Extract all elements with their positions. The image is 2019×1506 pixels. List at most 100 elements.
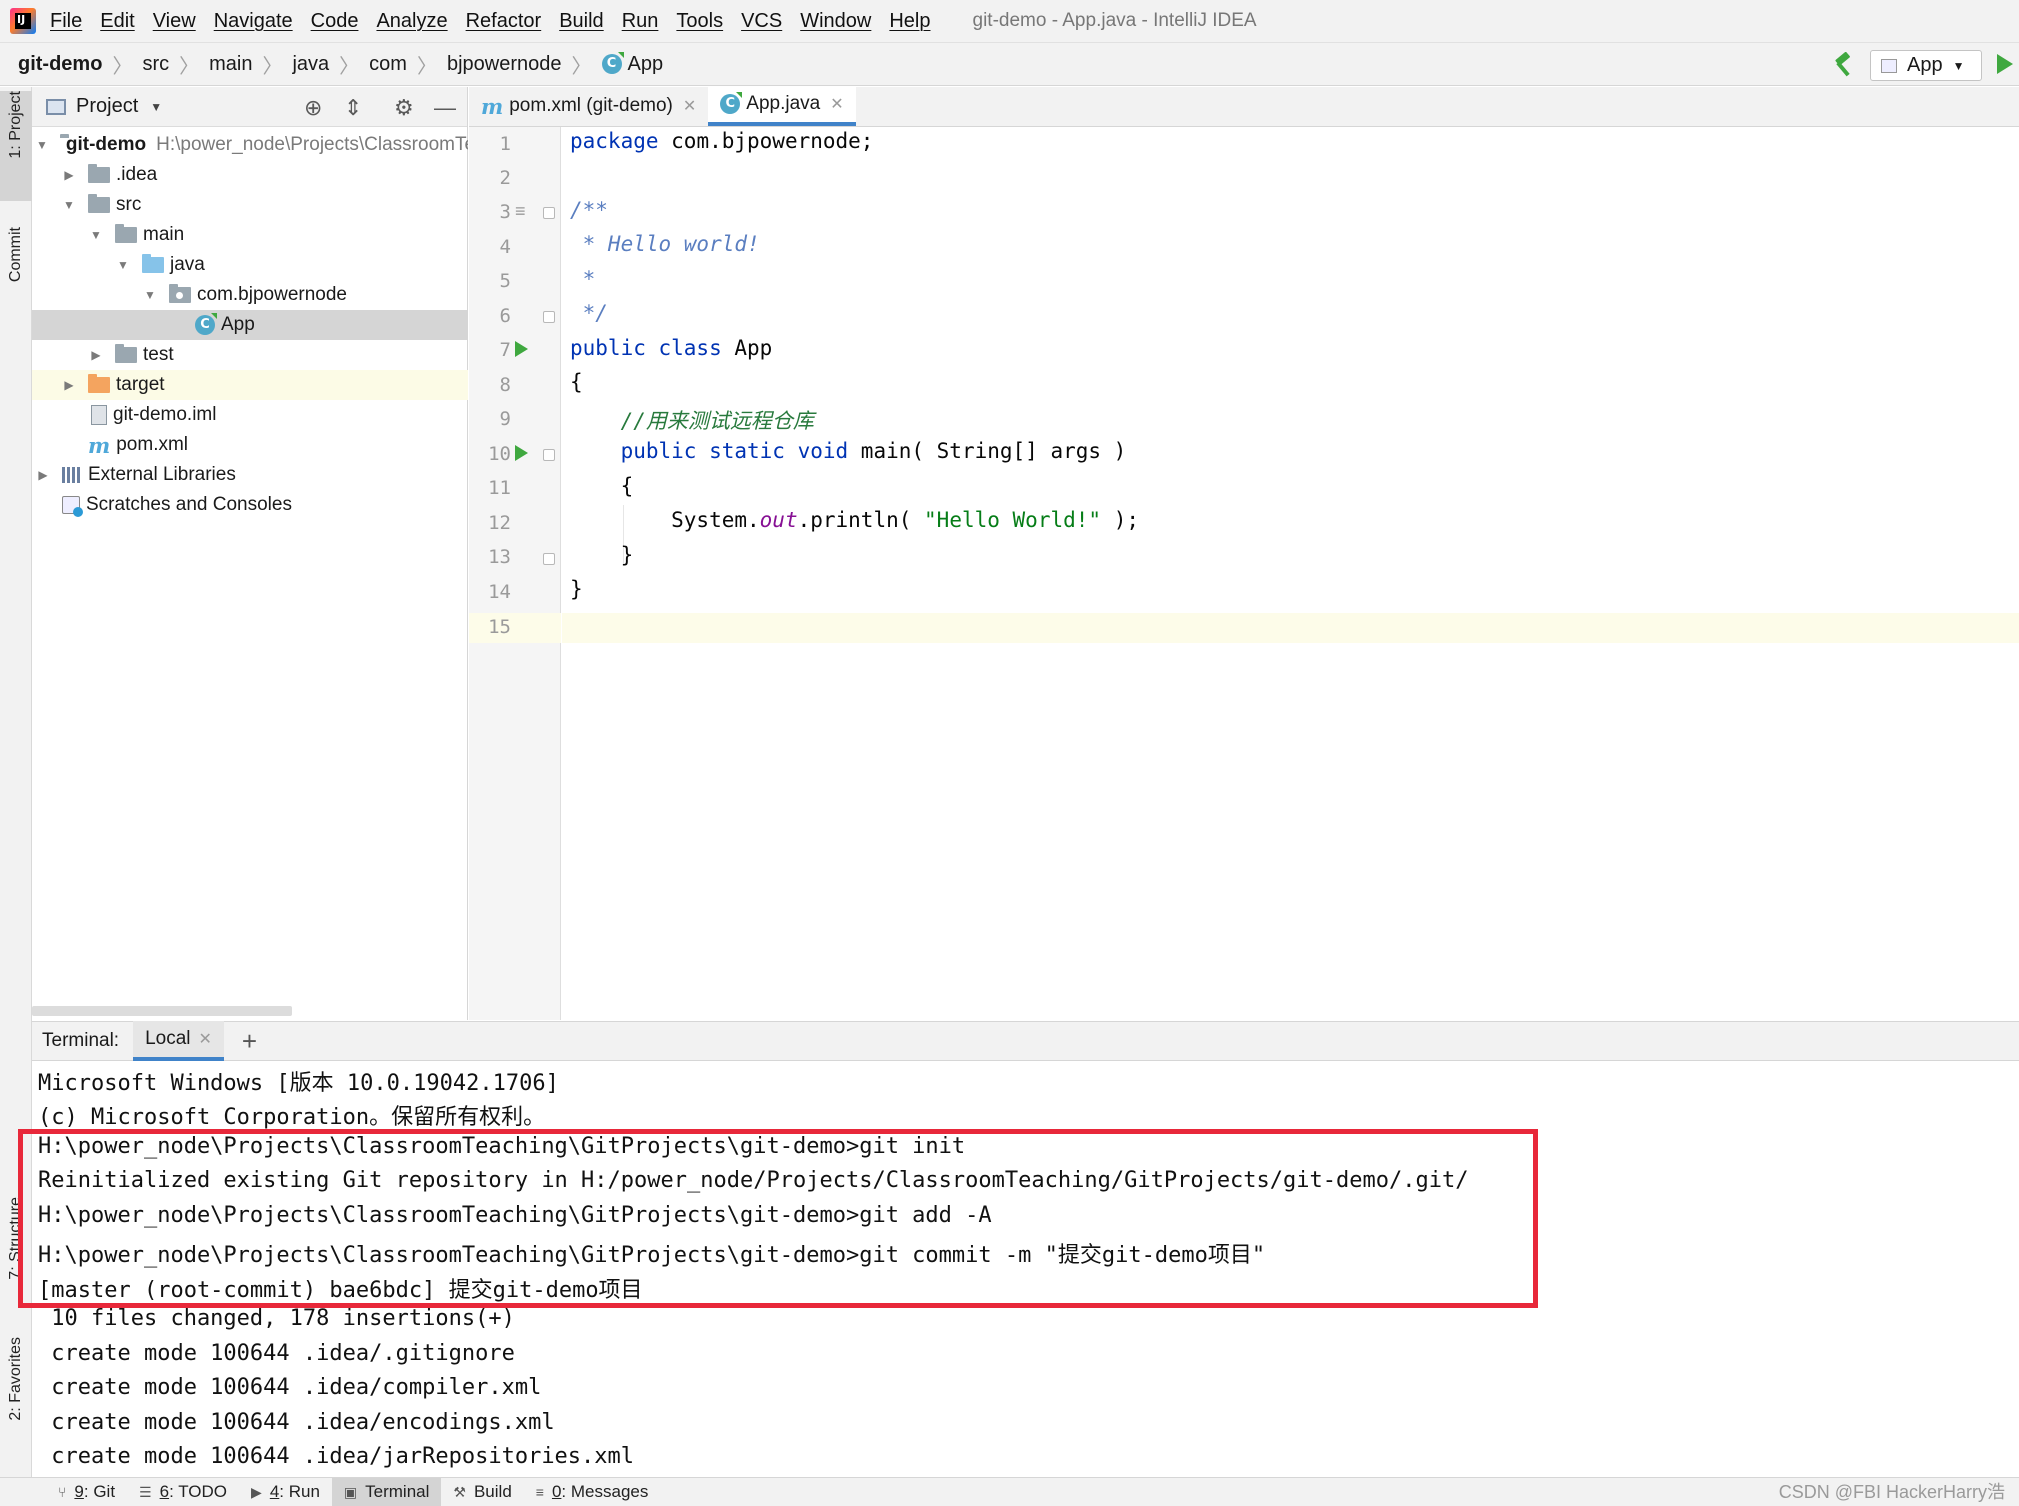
menu-help[interactable]: Help (889, 10, 930, 33)
tool-tab-terminal[interactable]: ▣ Terminal (331, 1477, 442, 1506)
tool-tab-messages[interactable]: ≡ 0: Messages (524, 1478, 661, 1506)
tool-tab-git[interactable]: ⑂ 9: Git (46, 1478, 127, 1506)
git-branch-icon: ⑂ (58, 1484, 67, 1500)
horizontal-scrollbar[interactable] (32, 1006, 292, 1016)
tool-tab-build[interactable]: ⚒ Build (441, 1478, 523, 1506)
keyword: public class (570, 336, 722, 360)
breadcrumb-item-app[interactable]: C App (601, 53, 663, 76)
minimize-icon[interactable]: — (434, 95, 456, 121)
fold-marker-icon[interactable] (543, 207, 555, 219)
project-tab-label: 1: Project (7, 91, 24, 159)
tool-window-favorites-tab[interactable]: 2: Favorites (0, 1337, 32, 1467)
menu-refactor[interactable]: Refactor (466, 10, 542, 33)
menu-view[interactable]: View (153, 10, 196, 33)
breadcrumb-item-bjpowernode[interactable]: bjpowernode (447, 53, 562, 76)
run-configuration-select[interactable]: App ▼ (1870, 50, 1982, 81)
tool-tab-run[interactable]: ▶ 4: Run (239, 1478, 332, 1506)
tree-item-idea[interactable]: ▶ .idea (32, 160, 468, 190)
tree-item-src[interactable]: ▼ src (32, 190, 468, 220)
expanded-arrow-icon: ▼ (63, 198, 75, 212)
terminal-line: Microsoft Windows [版本 10.0.19042.1706] (38, 1071, 559, 1096)
close-icon[interactable]: ✕ (683, 96, 696, 116)
locate-crosshair-icon[interactable]: ⊕ (304, 95, 322, 121)
expanded-arrow-icon: ▼ (117, 258, 129, 272)
run-button[interactable] (1997, 54, 2013, 74)
tab-app-java[interactable]: C App.java ✕ (708, 86, 856, 126)
tree-item-scratches[interactable]: Scratches and Consoles (32, 490, 468, 520)
fold-marker-icon[interactable] (543, 449, 555, 461)
breadcrumb-item-project[interactable]: git-demo (18, 53, 102, 76)
source-folder-icon (142, 254, 164, 273)
breadcrumb-item-main[interactable]: main (209, 53, 252, 76)
terminal-tab-local[interactable]: Local ✕ (133, 1021, 224, 1061)
line-number: 10 (488, 443, 511, 465)
code-line: { (570, 474, 634, 498)
tree-item-java[interactable]: ▼ java (32, 250, 468, 280)
menu-file[interactable]: File (50, 10, 82, 33)
menu-vcs[interactable]: VCS (741, 10, 782, 33)
collapsed-arrow-icon: ▶ (38, 468, 48, 482)
project-tool-window: Project ▼ ⊕ ⇕ ⚙ — ▼ git-demo H:\power_no… (32, 87, 468, 1020)
tree-item-app[interactable]: C App (32, 310, 468, 340)
line-number: 13 (488, 546, 511, 568)
tree-item-label: pom.xml (116, 434, 189, 455)
tree-item-pom[interactable]: m pom.xml (32, 430, 468, 460)
package-icon (169, 284, 191, 303)
tree-item-project-root[interactable]: ▼ git-demo H:\power_node\Projects\Classr… (32, 130, 468, 160)
build-hammer-icon[interactable] (1830, 52, 1856, 78)
menu-build[interactable]: Build (559, 10, 603, 33)
chevron-down-icon[interactable]: ▼ (150, 100, 162, 114)
new-terminal-plus-icon[interactable]: + (242, 1026, 257, 1057)
tool-window-project-tab[interactable]: 1: Project (0, 91, 32, 201)
excluded-folder-icon (88, 374, 110, 393)
line-number: 1 (499, 133, 511, 155)
watermark-text: CSDN @FBI HackerHarry浩 (1778, 1482, 2005, 1502)
tree-item-test[interactable]: ▶ test (32, 340, 468, 370)
tool-tab-label: Terminal (365, 1482, 430, 1501)
close-icon[interactable]: ✕ (830, 94, 843, 114)
project-view-icon (46, 98, 66, 115)
code-text: main( String[] args ) (848, 439, 1127, 463)
current-line-highlight (562, 613, 2019, 643)
menu-tools[interactable]: Tools (676, 10, 723, 33)
fold-marker-icon[interactable] (543, 311, 555, 323)
menu-navigate[interactable]: Navigate (214, 10, 293, 33)
fold-marker-icon[interactable] (543, 553, 555, 565)
breadcrumb-item-java[interactable]: java (292, 53, 329, 76)
code-text: .println( (797, 508, 925, 532)
menu-code[interactable]: Code (311, 10, 359, 33)
gear-icon[interactable]: ⚙ (394, 95, 414, 121)
run-class-gutter-icon[interactable] (515, 341, 528, 357)
scratches-icon (62, 496, 83, 517)
terminal-line: create mode 100644 .idea/jarRepositories… (38, 1444, 635, 1469)
menu-edit[interactable]: Edit (100, 10, 134, 33)
run-main-gutter-icon[interactable] (515, 445, 528, 461)
breadcrumb-item-com[interactable]: com (369, 53, 407, 76)
tree-item-external-libraries[interactable]: ▶ External Libraries (32, 460, 468, 490)
collapse-all-icon[interactable]: ⇕ (344, 95, 362, 121)
menu-analyze[interactable]: Analyze (376, 10, 447, 33)
tool-tab-todo[interactable]: ☰ 6: TODO (127, 1478, 239, 1506)
maven-icon: m (88, 432, 111, 458)
code-editor[interactable]: package com.bjpowernode; /** * Hello wor… (562, 127, 2019, 1020)
tree-item-iml[interactable]: git-demo.iml (32, 400, 468, 430)
tab-pom-xml[interactable]: m pom.xml (git-demo) ✕ (469, 86, 708, 126)
menu-window[interactable]: Window (800, 10, 871, 33)
project-panel-header: Project ▼ ⊕ ⇕ ⚙ — (32, 87, 467, 127)
menu-run[interactable]: Run (622, 10, 659, 33)
breadcrumb-item-src[interactable]: src (142, 53, 169, 76)
module-file-icon (91, 405, 107, 425)
line-number: 5 (499, 270, 511, 292)
tree-item-target[interactable]: ▶ target (32, 370, 468, 400)
tool-window-commit-tab[interactable]: Commit (0, 227, 32, 327)
java-class-icon: C (720, 94, 741, 114)
close-icon[interactable]: ✕ (199, 1029, 212, 1049)
editor-gutter: 1 2 3 4 5 6 7 8 9 10 11 12 13 14 15 ≡ (469, 127, 561, 1020)
tree-item-package[interactable]: ▼ com.bjpowernode (32, 280, 468, 310)
folder-icon (115, 224, 137, 243)
javadoc-render-icon[interactable]: ≡ (515, 201, 526, 222)
chevron-right-icon: 〉 (416, 55, 437, 78)
terminal-header: Terminal: Local ✕ + (32, 1021, 2019, 1061)
project-view-select[interactable]: Project (76, 95, 138, 118)
tree-item-main[interactable]: ▼ main (32, 220, 468, 250)
